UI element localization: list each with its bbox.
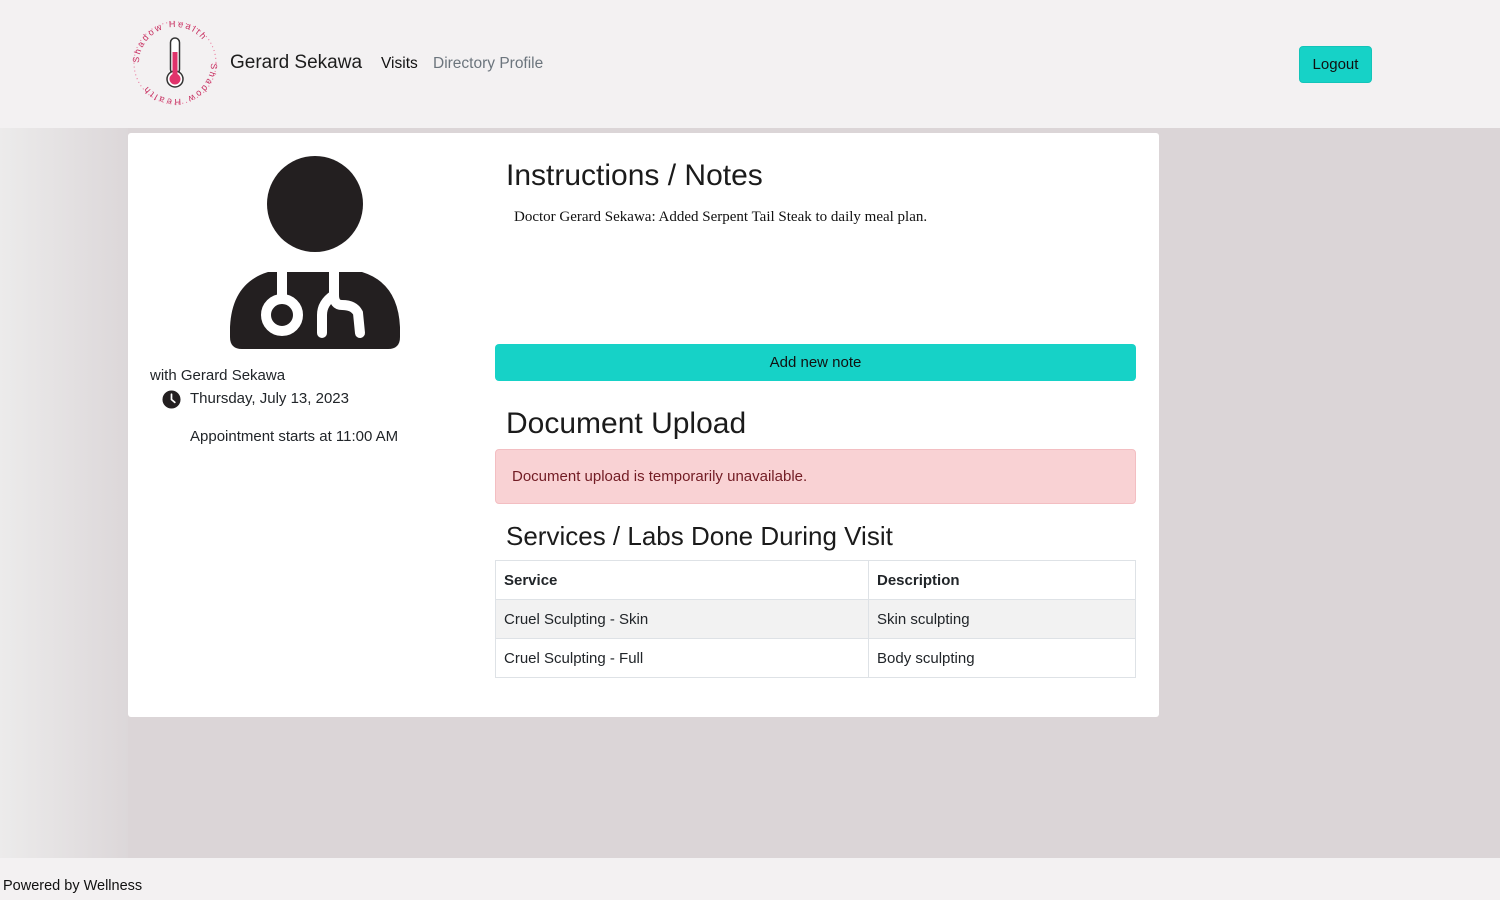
clock-icon — [162, 390, 181, 409]
services-table: Service Description Cruel Sculpting - Sk… — [495, 560, 1136, 678]
document-upload-heading: Document Upload — [506, 407, 747, 440]
footer: Powered by Wellness — [0, 858, 1500, 900]
service-cell: Cruel Sculpting - Full — [495, 638, 869, 678]
upload-unavailable-alert: Document upload is temporarily unavailab… — [495, 449, 1136, 504]
description-cell: Body sculpting — [868, 638, 1136, 678]
appointment-start-time: Appointment starts at 11:00 AM — [190, 428, 399, 445]
table-header-row: Service Description — [495, 560, 1136, 600]
nav-visits-link[interactable]: Visits — [381, 55, 418, 73]
brand-user-name: Gerard Sekawa — [230, 52, 363, 73]
services-heading: Services / Labs Done During Visit — [506, 521, 893, 551]
thermometer-logo-icon[interactable]: Shadow Health Shadow Health — [130, 18, 220, 108]
footer-powered-by: Powered by Wellness — [3, 878, 143, 894]
top-navbar: Shadow Health Shadow Health Gerard Sekaw… — [0, 0, 1500, 128]
visit-detail-card: with Gerard Sekawa Thursday, July 13, 20… — [128, 133, 1159, 717]
table-row: Cruel Sculpting - Skin Skin sculpting — [495, 599, 1136, 639]
column-header-description: Description — [868, 560, 1136, 600]
logout-button[interactable]: Logout — [1299, 46, 1372, 83]
visit-with-doctor: with Gerard Sekawa — [150, 367, 286, 384]
left-background-strip — [0, 128, 128, 858]
add-new-note-button[interactable]: Add new note — [495, 344, 1136, 381]
note-text: Doctor Gerard Sekawa: Added Serpent Tail… — [514, 209, 928, 225]
nav-directory-profile-link[interactable]: Directory Profile — [433, 55, 543, 73]
column-header-service: Service — [495, 560, 869, 600]
description-cell: Skin sculpting — [868, 599, 1136, 639]
doctor-avatar-icon — [230, 156, 400, 349]
table-row: Cruel Sculpting - Full Body sculpting — [495, 638, 1136, 678]
visit-date: Thursday, July 13, 2023 — [190, 390, 349, 407]
notes-heading: Instructions / Notes — [506, 159, 763, 192]
service-cell: Cruel Sculpting - Skin — [495, 599, 869, 639]
